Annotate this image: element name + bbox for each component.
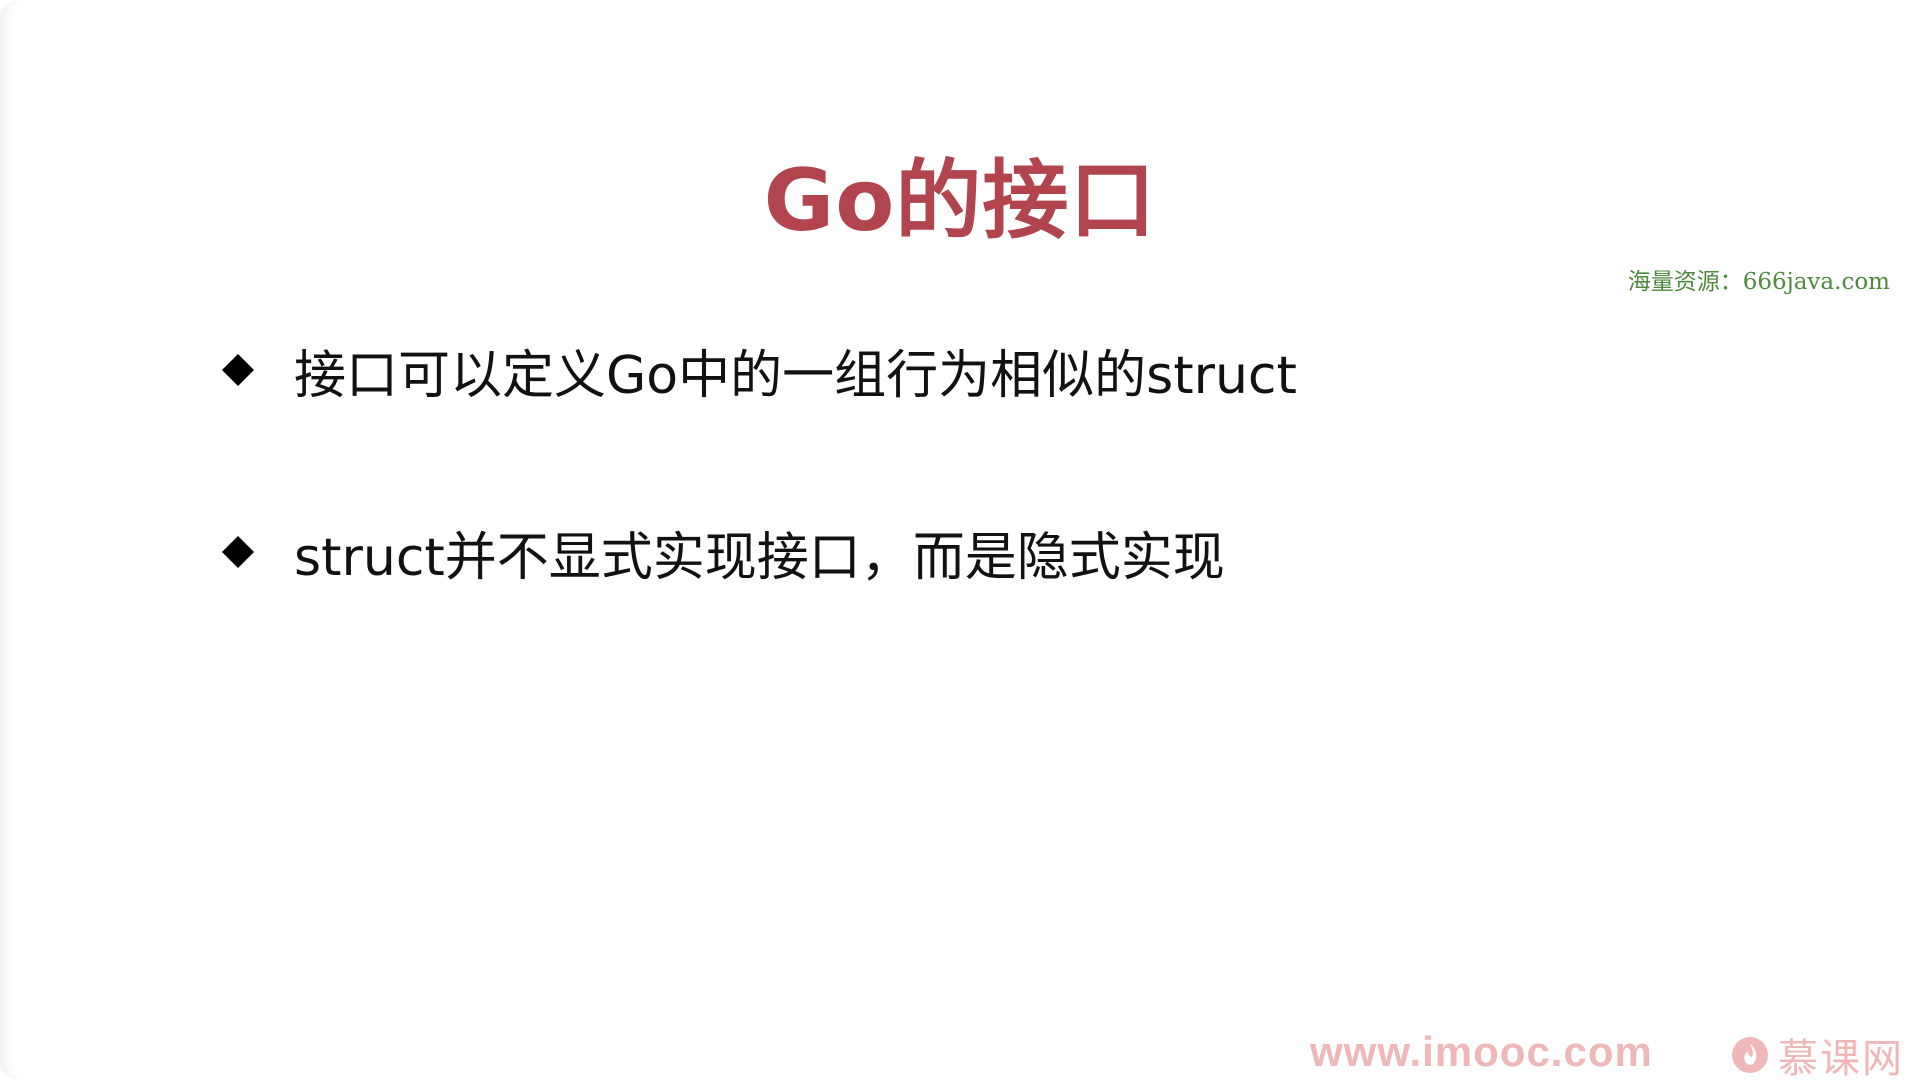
bullet-item: struct并不显式实现接口，而是隐式实现 [222, 512, 1297, 592]
watermark-text: 海量资源：666java.com [1627, 269, 1890, 295]
diamond-bullet-icon [222, 536, 254, 568]
bullet-text: 接口可以定义Go中的一组行为相似的struct [294, 345, 1297, 406]
slide: Go的接口 海量资源：666java.com 接口可以定义Go中的一组行为相似的… [0, 0, 1920, 1080]
flame-logo-icon [1730, 1035, 1770, 1075]
bullet-text: struct并不显式实现接口，而是隐式实现 [294, 527, 1225, 588]
footer-brand: 慕课网 [1730, 1026, 1904, 1080]
footer-brand-text: 慕课网 [1778, 1036, 1904, 1080]
bullet-list: 接口可以定义Go中的一组行为相似的struct struct并不显式实现接口，而… [222, 330, 1297, 694]
diamond-bullet-icon [222, 354, 254, 386]
slide-title: Go的接口 [763, 151, 1157, 251]
bullet-item: 接口可以定义Go中的一组行为相似的struct [222, 330, 1297, 410]
footer-site-text: www.imooc.com [1310, 1028, 1653, 1075]
